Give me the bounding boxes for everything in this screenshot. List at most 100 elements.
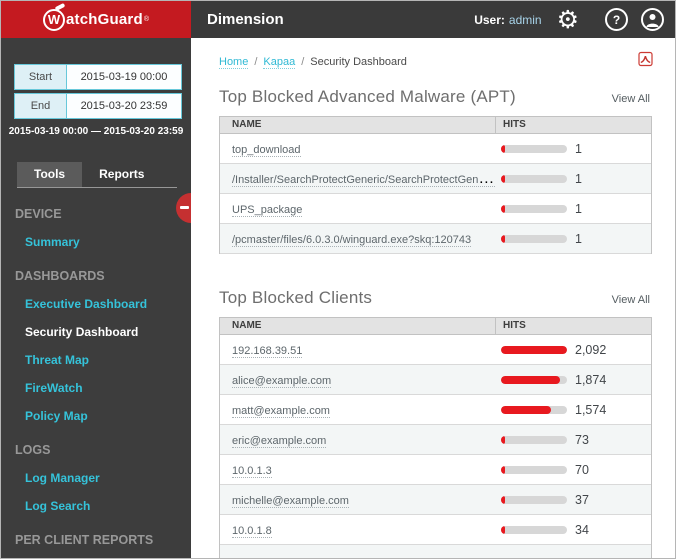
hits-cell: 1,574 — [496, 403, 606, 417]
sidebar-item-log-manager[interactable]: Log Manager — [1, 464, 191, 492]
sidebar-tabs: Tools Reports — [17, 162, 177, 188]
row-name-link[interactable]: 10.0.1.3 — [232, 464, 272, 478]
name-cell: 10.0.1.3 — [220, 461, 496, 479]
breadcrumb: Home / Kapaa / Security Dashboard — [219, 56, 650, 69]
table-row: eric@example.com 73 — [220, 425, 651, 455]
name-cell: alice@example.com — [220, 371, 496, 389]
row-hits-value: 2,092 — [575, 342, 607, 357]
hits-bar-track — [501, 495, 567, 504]
help-icon[interactable]: ? — [605, 8, 628, 31]
row-hits-value: 1 — [575, 171, 582, 186]
table-row: 10.0.1.8 34 — [220, 515, 651, 545]
sidebar-item-firewatch[interactable]: FireWatch — [1, 374, 191, 402]
row-name-link[interactable]: eric@example.com — [232, 434, 327, 448]
row-name-link[interactable]: top_download — [232, 143, 301, 157]
table-row: alice@example.com 1,874 — [220, 365, 651, 395]
hits-cell: 1 — [496, 202, 582, 216]
logo-wordmark: atchGuard — [66, 11, 143, 28]
date-range-text: 2015-03-19 00:00 — 2015-03-20 23:59 — [8, 126, 184, 137]
app-window: W atchGuard ® Dimension User: admin ⚙ ? … — [0, 0, 676, 559]
breadcrumb-separator: / — [301, 56, 305, 68]
sidebar-item-summary[interactable]: Summary — [1, 228, 191, 256]
row-hits-value: 73 — [575, 432, 589, 447]
hits-bar-track — [501, 375, 567, 384]
nav-section-items: Executive Dashboard Security Dashboard Thr… — [1, 290, 191, 430]
data-table: NAME HITS 192.168.39.51 2,092 alice@exam… — [219, 317, 652, 558]
row-hits-value: 1,574 — [575, 402, 607, 417]
tab-reports[interactable]: Reports — [82, 162, 161, 187]
person-icon — [646, 14, 659, 27]
view-all-link[interactable]: View All — [612, 93, 650, 105]
row-hits-value: 37 — [575, 492, 589, 507]
end-date-field[interactable]: End 2015-03-20 23:59 — [14, 93, 182, 119]
view-all-link[interactable]: View All — [612, 294, 650, 306]
row-name-link[interactable]: 192.168.39.51 — [232, 344, 303, 358]
hits-bar-fill — [501, 525, 505, 534]
table-row: /pcmaster/files/6.0.3.0/winguard.exe?skq… — [220, 224, 651, 254]
hits-bar-track — [501, 525, 567, 534]
tab-tools[interactable]: Tools — [17, 162, 83, 187]
row-hits-value: 1 — [575, 141, 582, 156]
sidebar-item-log-search[interactable]: Log Search — [1, 492, 191, 520]
row-name-link[interactable]: alice@example.com — [232, 374, 332, 388]
col-header-hits: HITS — [503, 119, 526, 130]
table-row: matt@example.com 1,574 — [220, 395, 651, 425]
name-cell: /pcmaster/files/6.0.3.0/winguard.exe?skq… — [220, 230, 496, 248]
sidebar-item-policy-map[interactable]: Policy Map — [1, 402, 191, 430]
hits-cell: 73 — [496, 433, 589, 447]
logo-initial: W — [47, 12, 61, 27]
row-name-link[interactable]: matt@example.com — [232, 404, 330, 418]
nav-section-items: Log Manager Log Search — [1, 464, 191, 520]
row-name-link[interactable]: 10.0.1.8 — [232, 524, 272, 538]
data-table: NAME HITS top_download 1 /Installer/Sear… — [219, 116, 652, 254]
row-name-link[interactable]: UPS_package — [232, 203, 303, 217]
row-hits-value: 1,874 — [575, 372, 607, 387]
row-name-link[interactable]: michelle@example.com — [232, 494, 349, 508]
panel: Top Blocked Advanced Malware (APT) View … — [219, 87, 652, 254]
nav-section: LOGS Log Manager Log Search — [1, 436, 191, 520]
table-row: michelle@example.com 37 — [220, 485, 651, 515]
breadcrumb-link-kapaa[interactable]: Kapaa — [263, 56, 296, 69]
name-cell: /Installer/SearchProtectGeneric/SearchPr… — [220, 170, 496, 188]
settings-gear-icon[interactable]: ⚙ — [557, 7, 579, 32]
panel-title: Top Blocked Clients — [219, 288, 373, 307]
col-header-hits: HITS — [503, 320, 526, 331]
row-hits-value: 34 — [575, 522, 589, 537]
sidebar-item-summary[interactable]: Summary — [1, 554, 191, 558]
row-hits-value: 1 — [575, 231, 582, 246]
hits-bar-track — [501, 345, 567, 354]
sidebar-item-security-dashboard[interactable]: Security Dashboard — [1, 318, 191, 346]
minus-icon — [180, 206, 189, 209]
panel-head: Top Blocked Clients View All — [219, 288, 650, 308]
panels: Top Blocked Advanced Malware (APT) View … — [219, 87, 652, 558]
hits-bar-fill — [501, 495, 505, 504]
watchguard-logo: W atchGuard ® — [43, 2, 149, 31]
hits-bar-track — [501, 234, 567, 243]
row-name-link[interactable]: /pcmaster/files/6.0.3.0/winguard.exe?skq… — [232, 233, 472, 247]
table-row: /Installer/SearchProtectGeneric/SearchPr… — [220, 164, 651, 194]
name-cell: michelle@example.com — [220, 491, 496, 509]
hits-bar-track — [501, 204, 567, 213]
nav-section-title: DEVICE — [15, 207, 62, 221]
nav-section: DASHBOARDS Executive Dashboard Security D… — [1, 262, 191, 430]
user-area: User: admin ⚙ ? — [474, 1, 664, 38]
account-icon[interactable] — [641, 8, 664, 31]
sidebar-item-threat-map[interactable]: Threat Map — [1, 346, 191, 374]
row-name-link[interactable]: /Installer/SearchProtectGeneric/SearchPr… — [232, 173, 496, 187]
nav-section-title: PER CLIENT REPORTS — [15, 533, 154, 547]
main-content: Home / Kapaa / Security Dashboard Top Bl… — [191, 38, 675, 558]
nav-section: DEVICE Summary — [1, 200, 191, 256]
export-pdf-icon[interactable] — [638, 51, 653, 72]
start-date-field[interactable]: Start 2015-03-19 00:00 — [14, 64, 182, 90]
nav-section-title: DASHBOARDS — [15, 269, 105, 283]
logo-w-circle: W — [43, 2, 66, 31]
name-cell: 192.168.39.51 — [220, 341, 496, 359]
table-row: 10.0.1.3 70 — [220, 455, 651, 485]
logo-flame-icon — [54, 2, 66, 11]
hits-cell: 1,874 — [496, 373, 606, 387]
hits-bar-track — [501, 435, 567, 444]
sidebar-item-executive-dashboard[interactable]: Executive Dashboard — [1, 290, 191, 318]
hits-cell: 1 — [496, 172, 582, 186]
breadcrumb-link-home[interactable]: Home — [219, 56, 249, 69]
table-body: 192.168.39.51 2,092 alice@example.com 1,… — [220, 335, 651, 558]
